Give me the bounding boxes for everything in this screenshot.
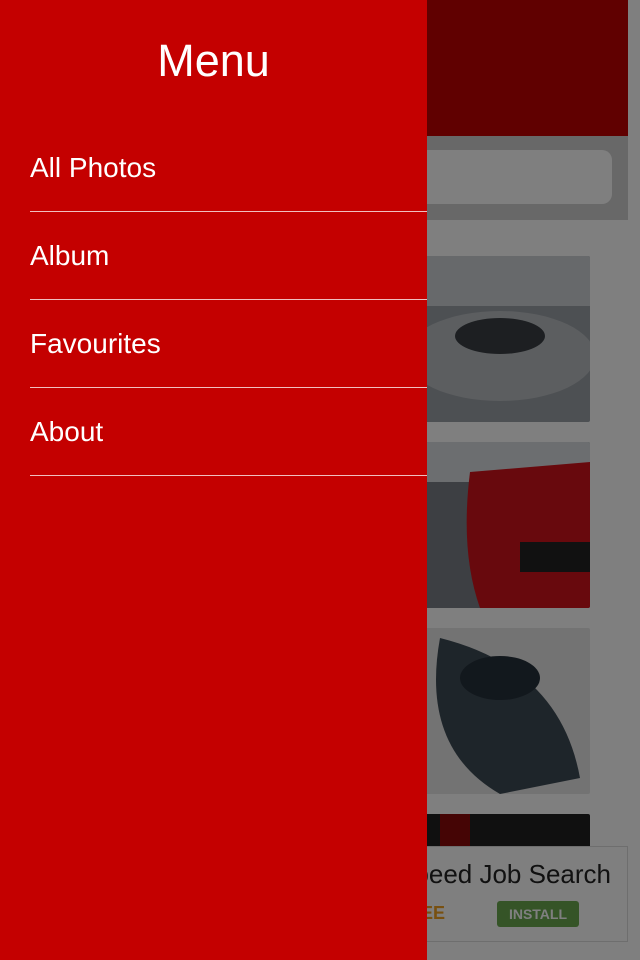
menu-item-label: Album bbox=[30, 239, 110, 271]
menu-item-favourites[interactable]: Favourites bbox=[30, 300, 427, 388]
menu-item-all-photos[interactable]: All Photos bbox=[30, 124, 427, 212]
menu-list: All Photos Album Favourites About bbox=[30, 124, 427, 476]
menu-item-label: About bbox=[30, 415, 104, 447]
menu-item-label: All Photos bbox=[30, 151, 157, 183]
menu-item-label: Favourites bbox=[30, 327, 161, 359]
side-menu: Menu All Photos Album Favourites About bbox=[0, 0, 427, 960]
menu-item-about[interactable]: About bbox=[30, 388, 427, 476]
menu-item-album[interactable]: Album bbox=[30, 212, 427, 300]
menu-title: Menu bbox=[157, 35, 270, 86]
